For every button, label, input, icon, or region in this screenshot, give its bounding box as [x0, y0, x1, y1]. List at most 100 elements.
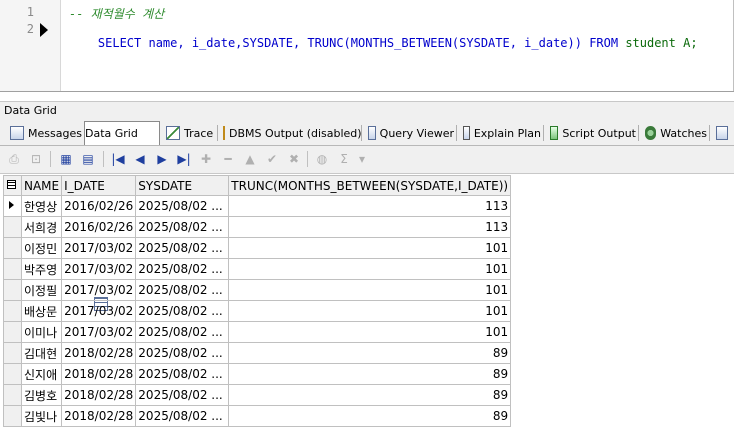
cell-i-date[interactable]: 2017/03/02 [61, 321, 137, 343]
row-indicator[interactable] [3, 384, 22, 406]
tab-script-output[interactable]: Script Output [544, 122, 639, 144]
lock-icon[interactable]: ⊡ [28, 151, 44, 167]
table-row[interactable]: 신지애 2018/02/28 2025/08/02 ... 89 [3, 363, 512, 385]
table-row[interactable]: 이정필 2017/03/02 2025/08/02 ... 101 [3, 279, 512, 301]
cell-sysdate[interactable]: 2025/08/02 ... [135, 363, 230, 385]
cell-name[interactable]: 배상문 [20, 300, 63, 322]
row-indicator[interactable] [3, 258, 22, 280]
table-row[interactable]: 한영상 2016/02/26 2025/08/02 ... 113 [3, 195, 512, 217]
delete-record-icon[interactable]: ━ [220, 151, 236, 167]
row-indicator[interactable] [3, 300, 22, 322]
dropdown-icon[interactable]: ▾ [354, 151, 370, 167]
cell-sysdate[interactable]: 2025/08/02 ... [135, 237, 230, 259]
column-header-name[interactable]: NAME [20, 175, 63, 196]
post-edit-icon[interactable]: ✔ [264, 151, 280, 167]
row-indicator[interactable] [3, 237, 22, 259]
cell-name[interactable]: 한영상 [20, 195, 63, 217]
cell-months[interactable]: 101 [228, 300, 512, 322]
grid-corner[interactable] [3, 175, 22, 196]
tab-dbms-output[interactable]: DBMS Output (disabled) [217, 122, 362, 144]
tab-messages[interactable]: Messages [4, 122, 85, 144]
column-header-sysdate[interactable]: SYSDATE [135, 175, 230, 196]
table-row[interactable]: 이미나 2017/03/02 2025/08/02 ... 101 [3, 321, 512, 343]
table-row[interactable]: 김대현 2018/02/28 2025/08/02 ... 89 [3, 342, 512, 364]
sql-editor[interactable]: 1 2 -- 재적월수 계산 SELECT name, i_date,SYSDA… [0, 0, 734, 92]
column-header-trunc-months[interactable]: TRUNC(MONTHS_BETWEEN(SYSDATE,I_DATE)) [228, 175, 512, 196]
filter-icon[interactable]: ◍ [314, 151, 330, 167]
row-indicator[interactable] [3, 405, 22, 427]
cell-name[interactable]: 신지애 [20, 363, 63, 385]
cell-months[interactable]: 89 [228, 384, 512, 406]
cell-name[interactable]: 김빛나 [20, 405, 63, 427]
last-record-icon[interactable]: ▶| [176, 151, 192, 167]
cell-name[interactable]: 이정필 [20, 279, 63, 301]
code-line-comment[interactable]: -- 재적월수 계산 [69, 5, 164, 22]
cell-i-date[interactable]: 2018/02/28 [61, 384, 137, 406]
cell-months[interactable]: 101 [228, 321, 512, 343]
cell-months[interactable]: 89 [228, 405, 512, 427]
cell-sysdate[interactable]: 2025/08/02 ... [135, 321, 230, 343]
edit-record-icon[interactable]: ▲ [242, 151, 258, 167]
cell-i-date[interactable]: 2018/02/28 [61, 363, 137, 385]
cell-sysdate[interactable]: 2025/08/02 ... [135, 405, 230, 427]
cell-i-date[interactable]: 2017/03/02 [61, 279, 137, 301]
row-indicator[interactable] [3, 195, 22, 217]
cell-name[interactable]: 서희경 [20, 216, 63, 238]
cell-sysdate[interactable]: 2025/08/02 ... [135, 300, 230, 322]
row-indicator[interactable] [3, 342, 22, 364]
table-row[interactable]: 김병호 2018/02/28 2025/08/02 ... 89 [3, 384, 512, 406]
cell-sysdate[interactable]: 2025/08/02 ... [135, 279, 230, 301]
insert-record-icon[interactable]: ✚ [198, 151, 214, 167]
row-indicator[interactable] [3, 363, 22, 385]
cell-i-date[interactable]: 2018/02/28 [61, 342, 137, 364]
table-row[interactable]: 배상문 2017/03/02 2025/08/02 ... 101 [3, 300, 512, 322]
tab-explain-plan[interactable]: Explain Plan [457, 122, 544, 144]
cancel-edit-icon[interactable]: ✖ [286, 151, 302, 167]
cell-sysdate[interactable]: 2025/08/02 ... [135, 216, 230, 238]
cell-name[interactable]: 이미나 [20, 321, 63, 343]
cell-sysdate[interactable]: 2025/08/02 ... [135, 258, 230, 280]
row-indicator[interactable] [3, 216, 22, 238]
cell-months[interactable]: 101 [228, 279, 512, 301]
cell-sysdate[interactable]: 2025/08/02 ... [135, 384, 230, 406]
prior-record-icon[interactable]: ◀ [132, 151, 148, 167]
refresh-grid-icon[interactable]: ▦ [58, 151, 74, 167]
cell-months[interactable]: 101 [228, 258, 512, 280]
table-row[interactable]: 김빛나 2018/02/28 2025/08/02 ... 89 [3, 405, 512, 427]
next-record-icon[interactable]: ▶ [154, 151, 170, 167]
cell-name[interactable]: 이정민 [20, 237, 63, 259]
row-indicator[interactable] [3, 279, 22, 301]
first-record-icon[interactable]: |◀ [110, 151, 126, 167]
tab-query-viewer[interactable]: Query Viewer [362, 122, 457, 144]
cell-sysdate[interactable]: 2025/08/02 ... [135, 342, 230, 364]
cell-i-date[interactable]: 2016/02/26 [61, 195, 137, 217]
export-grid-icon[interactable]: ▤ [80, 151, 96, 167]
cell-i-date[interactable]: 2018/02/28 [61, 405, 137, 427]
cell-months[interactable]: 89 [228, 363, 512, 385]
cell-months[interactable]: 113 [228, 216, 512, 238]
results-grid[interactable]: NAME I_DATE SYSDATE TRUNC(MONTHS_BETWEEN… [3, 175, 512, 427]
cell-name[interactable]: 박주영 [20, 258, 63, 280]
cell-i-date[interactable]: 2017/03/02 [61, 300, 137, 322]
cell-months[interactable]: 101 [228, 237, 512, 259]
tab-watches[interactable]: Watches [639, 122, 710, 144]
row-indicator[interactable] [3, 321, 22, 343]
table-row[interactable]: 서희경 2016/02/26 2025/08/02 ... 113 [3, 216, 512, 238]
sum-icon[interactable]: Σ [336, 151, 352, 167]
cell-name[interactable]: 김대현 [20, 342, 63, 364]
code-line-select[interactable]: SELECT name, i_date,SYSDATE, TRUNC(MONTH… [69, 22, 698, 64]
cell-i-date[interactable]: 2016/02/26 [61, 216, 137, 238]
cell-sysdate[interactable]: 2025/08/02 ... [135, 195, 230, 217]
table-row[interactable]: 박주영 2017/03/02 2025/08/02 ... 101 [3, 258, 512, 280]
cell-i-date[interactable]: 2017/03/02 [61, 258, 137, 280]
cell-months[interactable]: 89 [228, 342, 512, 364]
tab-data-grid[interactable]: Data Grid [84, 121, 160, 311]
cell-months[interactable]: 113 [228, 195, 512, 217]
cell-i-date[interactable]: 2017/03/02 [61, 237, 137, 259]
table-row[interactable]: 이정민 2017/03/02 2025/08/02 ... 101 [3, 237, 512, 259]
tab-more[interactable] [710, 122, 732, 144]
tab-trace[interactable]: Trace [160, 122, 218, 144]
print-icon[interactable]: ⎙ [6, 151, 22, 167]
cell-name[interactable]: 김병호 [20, 384, 63, 406]
column-header-i-date[interactable]: I_DATE [61, 175, 137, 196]
